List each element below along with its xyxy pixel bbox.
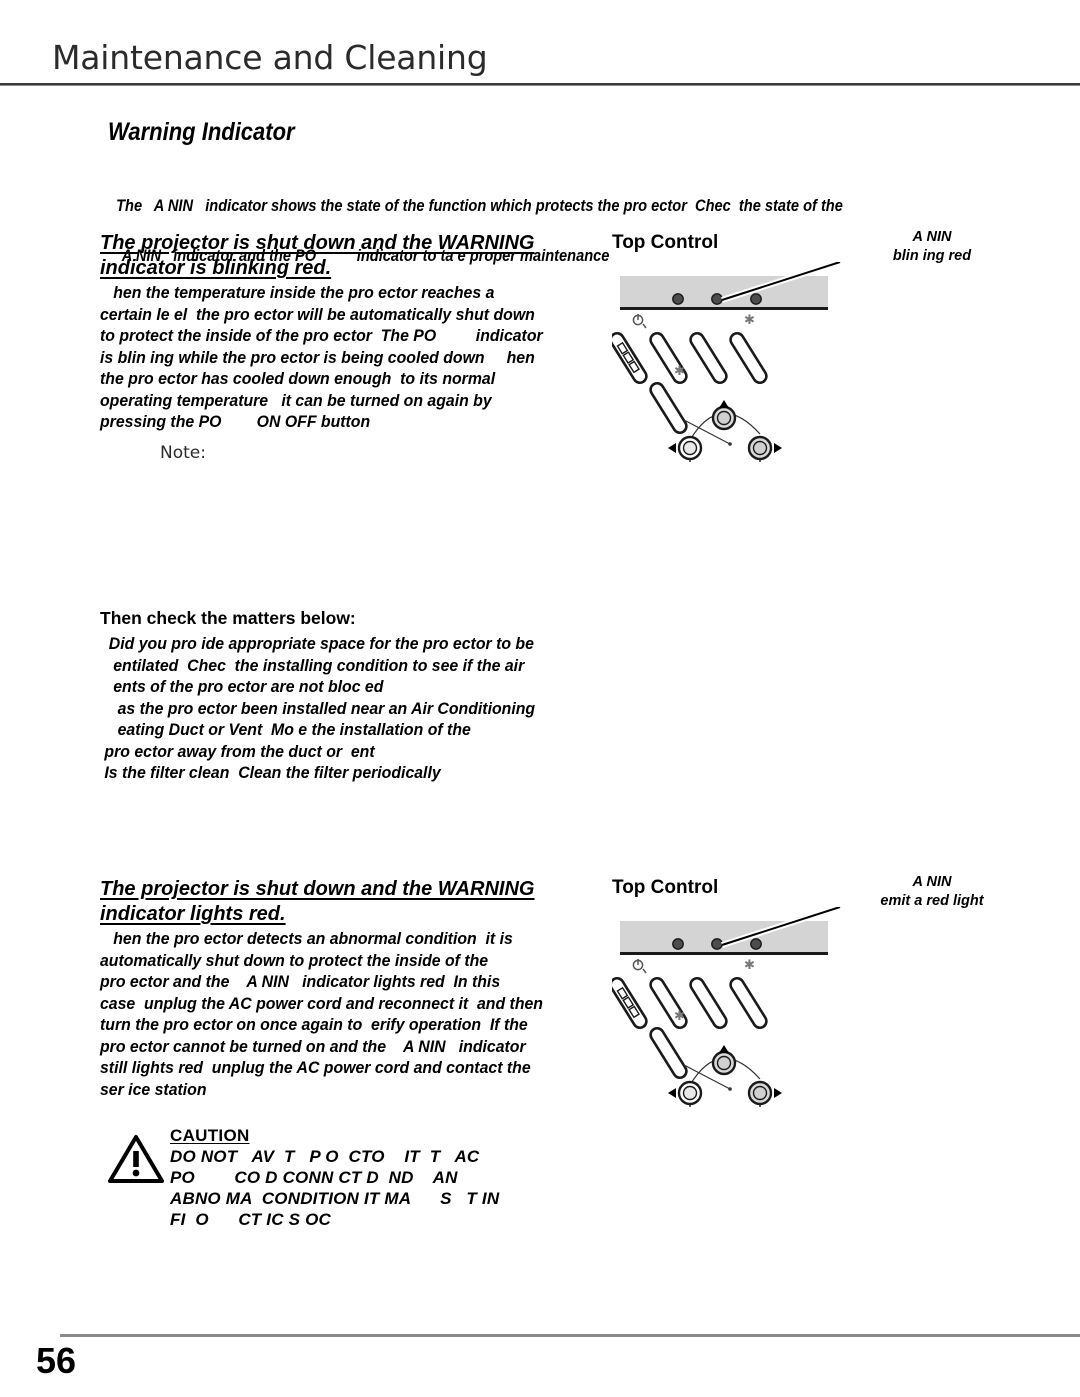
top-control-illustration-2: Top Control A NIN emit a red light ✱ ✱	[612, 874, 984, 1107]
callout-2-line-1: A NIN	[912, 874, 952, 890]
indicator-panel	[620, 921, 828, 953]
direction-button-right	[747, 435, 782, 462]
power-button	[612, 331, 648, 385]
direction-button-left	[668, 435, 703, 462]
control-button-4	[729, 976, 768, 1030]
footer-rule	[60, 1334, 1080, 1337]
top-control-diagram-2: ✱ ✱	[612, 907, 841, 1107]
arrow-left-icon	[668, 443, 676, 453]
top-control-diagram-1: ✱ ✱	[612, 262, 841, 462]
block-2-body: hen the pro ector detects an abnormal co…	[100, 930, 543, 1099]
header-rule	[0, 83, 1080, 86]
arrow-up-icon	[719, 1045, 729, 1053]
control-buttons-row-1	[612, 331, 768, 385]
control-button-4	[729, 331, 768, 385]
center-dot	[728, 1087, 732, 1091]
caution-body: CAUTION DO NOT AV T P O CTO IT T AC PO C…	[170, 1126, 608, 1230]
power-button	[612, 976, 648, 1030]
control-button-3	[689, 331, 728, 385]
page-title: Maintenance and Cleaning	[52, 38, 488, 77]
caution-title: CAUTION	[170, 1126, 250, 1145]
power-symbol-icon	[632, 314, 647, 329]
control-button-5	[649, 1026, 688, 1080]
checklist-items: Did you pro ide appropriate space for th…	[104, 635, 536, 782]
center-dot	[728, 442, 732, 446]
indicator-lamp-1	[672, 293, 684, 305]
control-buttons-row-2	[649, 381, 688, 435]
callout-1-line-2: blin ing red	[892, 248, 972, 264]
section-heading: Warning Indicator	[108, 118, 295, 146]
asterisk-marker-1: ✱	[744, 313, 755, 328]
block-1-body: hen the temperature inside the pro ector…	[100, 284, 543, 431]
illustration-1-callout: A NIN blin ing red	[842, 228, 1022, 266]
indicator-lamp-1	[672, 938, 684, 950]
asterisk-marker-1: ✱	[744, 958, 755, 973]
warning-triangle-icon	[108, 1135, 164, 1183]
control-button-3	[689, 976, 728, 1030]
power-symbol-icon	[632, 959, 647, 974]
control-button-5	[649, 381, 688, 435]
checklist-heading: Then check the matters below:	[100, 608, 356, 628]
callout-1-line-1: A NIN	[912, 229, 952, 245]
illustration-2-callout: A NIN emit a red light	[842, 873, 1022, 911]
indicator-lamp-3	[750, 293, 762, 305]
intro-line-1: The A NIN indicator shows the state of t…	[116, 196, 843, 215]
arrow-right-icon	[774, 1088, 782, 1098]
note-label: Note:	[160, 443, 206, 463]
callout-2-line-2: emit a red light	[880, 893, 984, 909]
page-number: 56	[36, 1340, 77, 1381]
indicator-lamp-warning	[711, 938, 723, 950]
caution-text: DO NOT AV T P O CTO IT T AC PO CO D CONN…	[170, 1147, 500, 1229]
block-1-heading: The projector is shut down and the WARNI…	[100, 232, 535, 279]
asterisk-marker-2: ✱	[674, 1009, 685, 1024]
caution-box: CAUTION DO NOT AV T P O CTO IT T AC PO C…	[108, 1126, 608, 1230]
page-header: Maintenance and Cleaning	[0, 38, 1080, 86]
direction-button-left	[668, 1080, 703, 1107]
arrow-left-icon	[668, 1088, 676, 1098]
control-buttons-row-2	[649, 1026, 688, 1080]
asterisk-marker-2: ✱	[674, 364, 685, 379]
arrow-up-icon	[719, 400, 729, 408]
control-buttons-row-1	[612, 976, 768, 1030]
arrow-right-icon	[774, 443, 782, 453]
indicator-panel	[620, 276, 828, 308]
indicator-lamp-3	[750, 938, 762, 950]
direction-button-up	[711, 400, 737, 431]
header-rule-inner	[0, 83, 1080, 85]
indicator-lamp-warning	[711, 293, 723, 305]
direction-button-right	[747, 1080, 782, 1107]
block-2-heading: The projector is shut down and the WARNI…	[100, 878, 535, 925]
direction-button-up	[711, 1045, 737, 1076]
top-control-illustration-1: Top Control A NIN blin ing red ✱ ✱	[612, 229, 971, 462]
